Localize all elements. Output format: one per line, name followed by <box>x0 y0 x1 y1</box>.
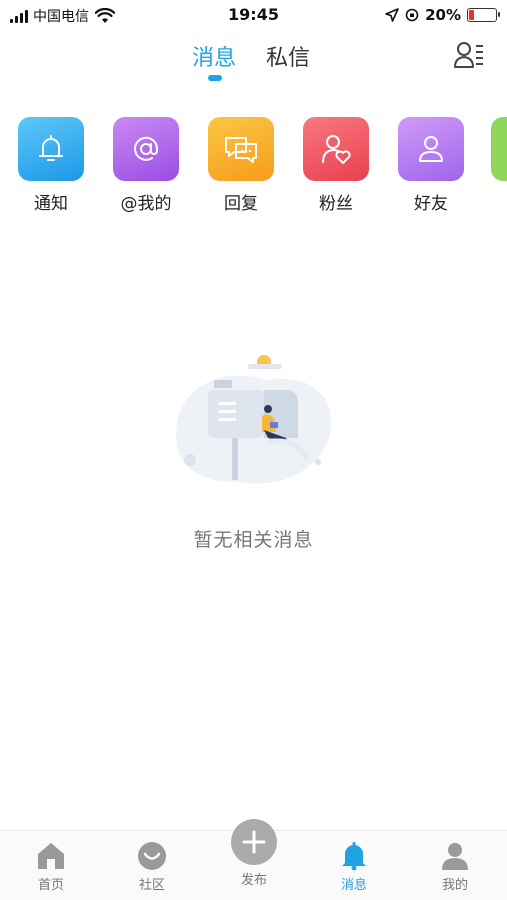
tab-label: 社区 <box>138 878 165 893</box>
category-row: 通知 @我的 回复 粉丝 好友 … <box>0 117 507 217</box>
tab-label: 首页 <box>37 878 64 893</box>
category-label: 粉丝 <box>319 194 353 214</box>
community-icon <box>135 841 169 871</box>
tab-indicator <box>208 75 222 81</box>
category-replies[interactable]: 回复 <box>207 117 275 214</box>
category-notification[interactable]: 通知 <box>17 117 85 214</box>
bell-icon <box>337 841 371 871</box>
category-label: … <box>490 189 507 209</box>
category-partial[interactable]: … <box>490 117 507 209</box>
category-label: 回复 <box>224 194 258 214</box>
category-mentions[interactable]: @我的 <box>112 117 180 214</box>
category-label: @我的 <box>120 194 172 214</box>
category-friends[interactable]: 好友 <box>397 117 465 214</box>
tab-private-messages[interactable]: 私信 <box>266 40 310 72</box>
plus-icon <box>242 830 266 854</box>
tab-home[interactable]: 首页 <box>21 841 81 893</box>
mailbox-reading-illustration <box>176 355 332 484</box>
fan-heart-icon <box>303 117 369 181</box>
chat-bubbles-icon <box>208 117 274 181</box>
battery-fill <box>469 10 475 20</box>
publish-button[interactable] <box>231 819 277 865</box>
category-label: 通知 <box>34 194 68 214</box>
bell-icon <box>18 117 84 181</box>
publish-label: 发布 <box>240 873 267 888</box>
tab-messages[interactable]: 消息 <box>192 40 236 72</box>
header: 消息 私信 <box>0 34 507 84</box>
at-icon <box>113 117 179 181</box>
category-label: 好友 <box>414 194 448 214</box>
person-icon <box>398 117 464 181</box>
tab-label: 消息 <box>340 878 367 893</box>
partial-icon <box>491 117 507 181</box>
home-icon <box>34 841 68 871</box>
bottom-tab-bar: 首页 社区 发布 消息 我的 <box>0 819 507 900</box>
battery-icon <box>467 8 500 22</box>
category-fans[interactable]: 粉丝 <box>302 117 370 214</box>
battery-percent: 20% <box>425 6 461 24</box>
status-right: 20% <box>385 6 500 24</box>
rotation-lock-icon <box>405 8 419 22</box>
tab-community[interactable]: 社区 <box>122 841 182 893</box>
tab-label: 我的 <box>441 878 468 893</box>
status-bar: 中国电信 19:45 20% <box>0 0 507 30</box>
tab-profile[interactable]: 我的 <box>425 841 485 893</box>
contacts-icon[interactable] <box>453 39 485 71</box>
tab-messages-bottom[interactable]: 消息 <box>324 841 384 893</box>
empty-message: 暂无相关消息 <box>193 529 314 551</box>
profile-icon <box>438 841 472 871</box>
location-arrow-icon <box>385 8 399 22</box>
